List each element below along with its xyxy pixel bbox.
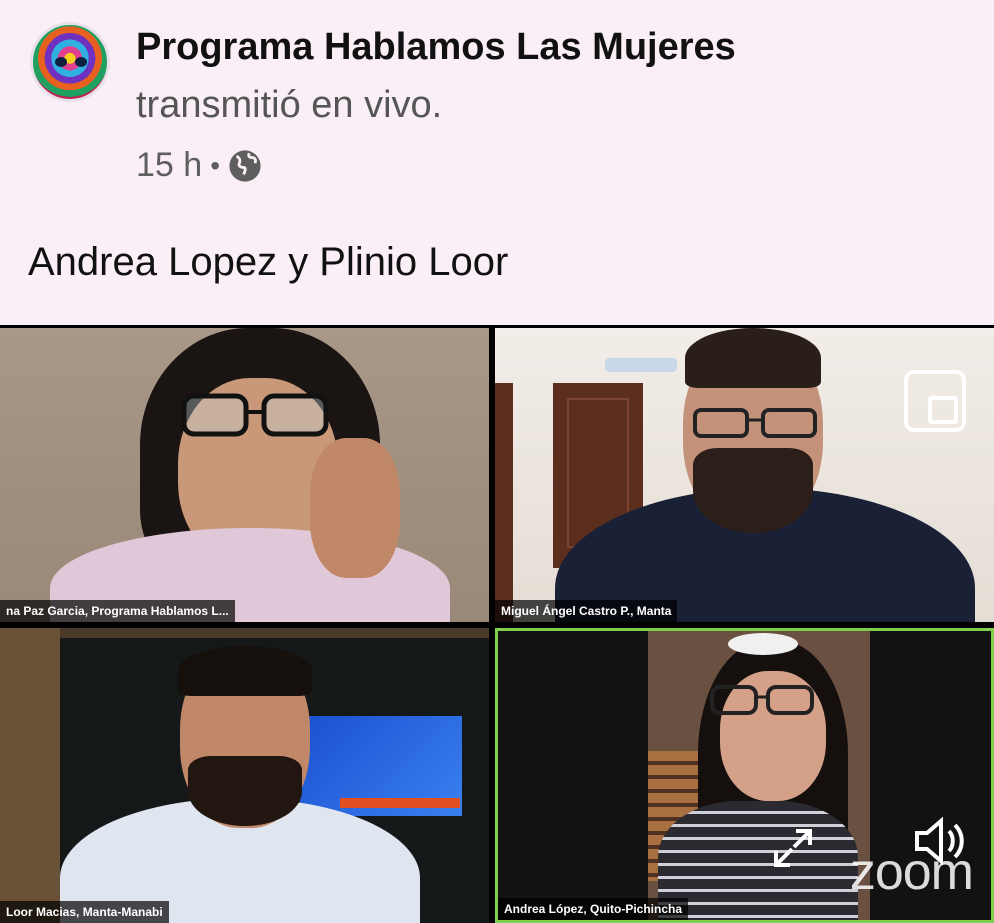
expand-icon[interactable] (772, 827, 814, 869)
picture-in-picture-icon[interactable] (904, 370, 966, 432)
active-speaker-tile[interactable]: zoom Andrea López, Quito-Pichincha (495, 628, 994, 923)
participant-name: Loor Macias, Manta-Manabi (0, 901, 169, 923)
participant-tile[interactable]: Loor Macias, Manta-Manabi (0, 628, 489, 923)
post-header: Programa Hablamos Las Mujeres transmitió… (0, 0, 994, 325)
post-meta: 15 h • (136, 146, 262, 185)
post-timestamp[interactable]: 15 h (136, 146, 202, 185)
post-text: Andrea Lopez y Plinio Loor (28, 240, 509, 284)
meta-separator: • (210, 149, 220, 181)
zoom-watermark: zoom (849, 843, 974, 901)
video-grid[interactable]: na Paz Garcia, Programa Hablamos L... Mi… (0, 325, 994, 923)
participant-tile[interactable]: Miguel Ángel Castro P., Manta (495, 328, 994, 622)
page-name-link[interactable]: Programa Hablamos Las Mujeres (136, 26, 736, 69)
participant-name: Andrea López, Quito-Pichincha (498, 898, 689, 920)
participant-tile[interactable]: na Paz Garcia, Programa Hablamos L... (0, 328, 489, 622)
page-avatar[interactable] (30, 22, 110, 102)
post-action-text: transmitió en vivo. (136, 84, 443, 126)
globe-icon[interactable] (228, 149, 262, 183)
participant-name: Miguel Ángel Castro P., Manta (495, 600, 678, 622)
participant-name: na Paz Garcia, Programa Hablamos L... (0, 600, 235, 622)
